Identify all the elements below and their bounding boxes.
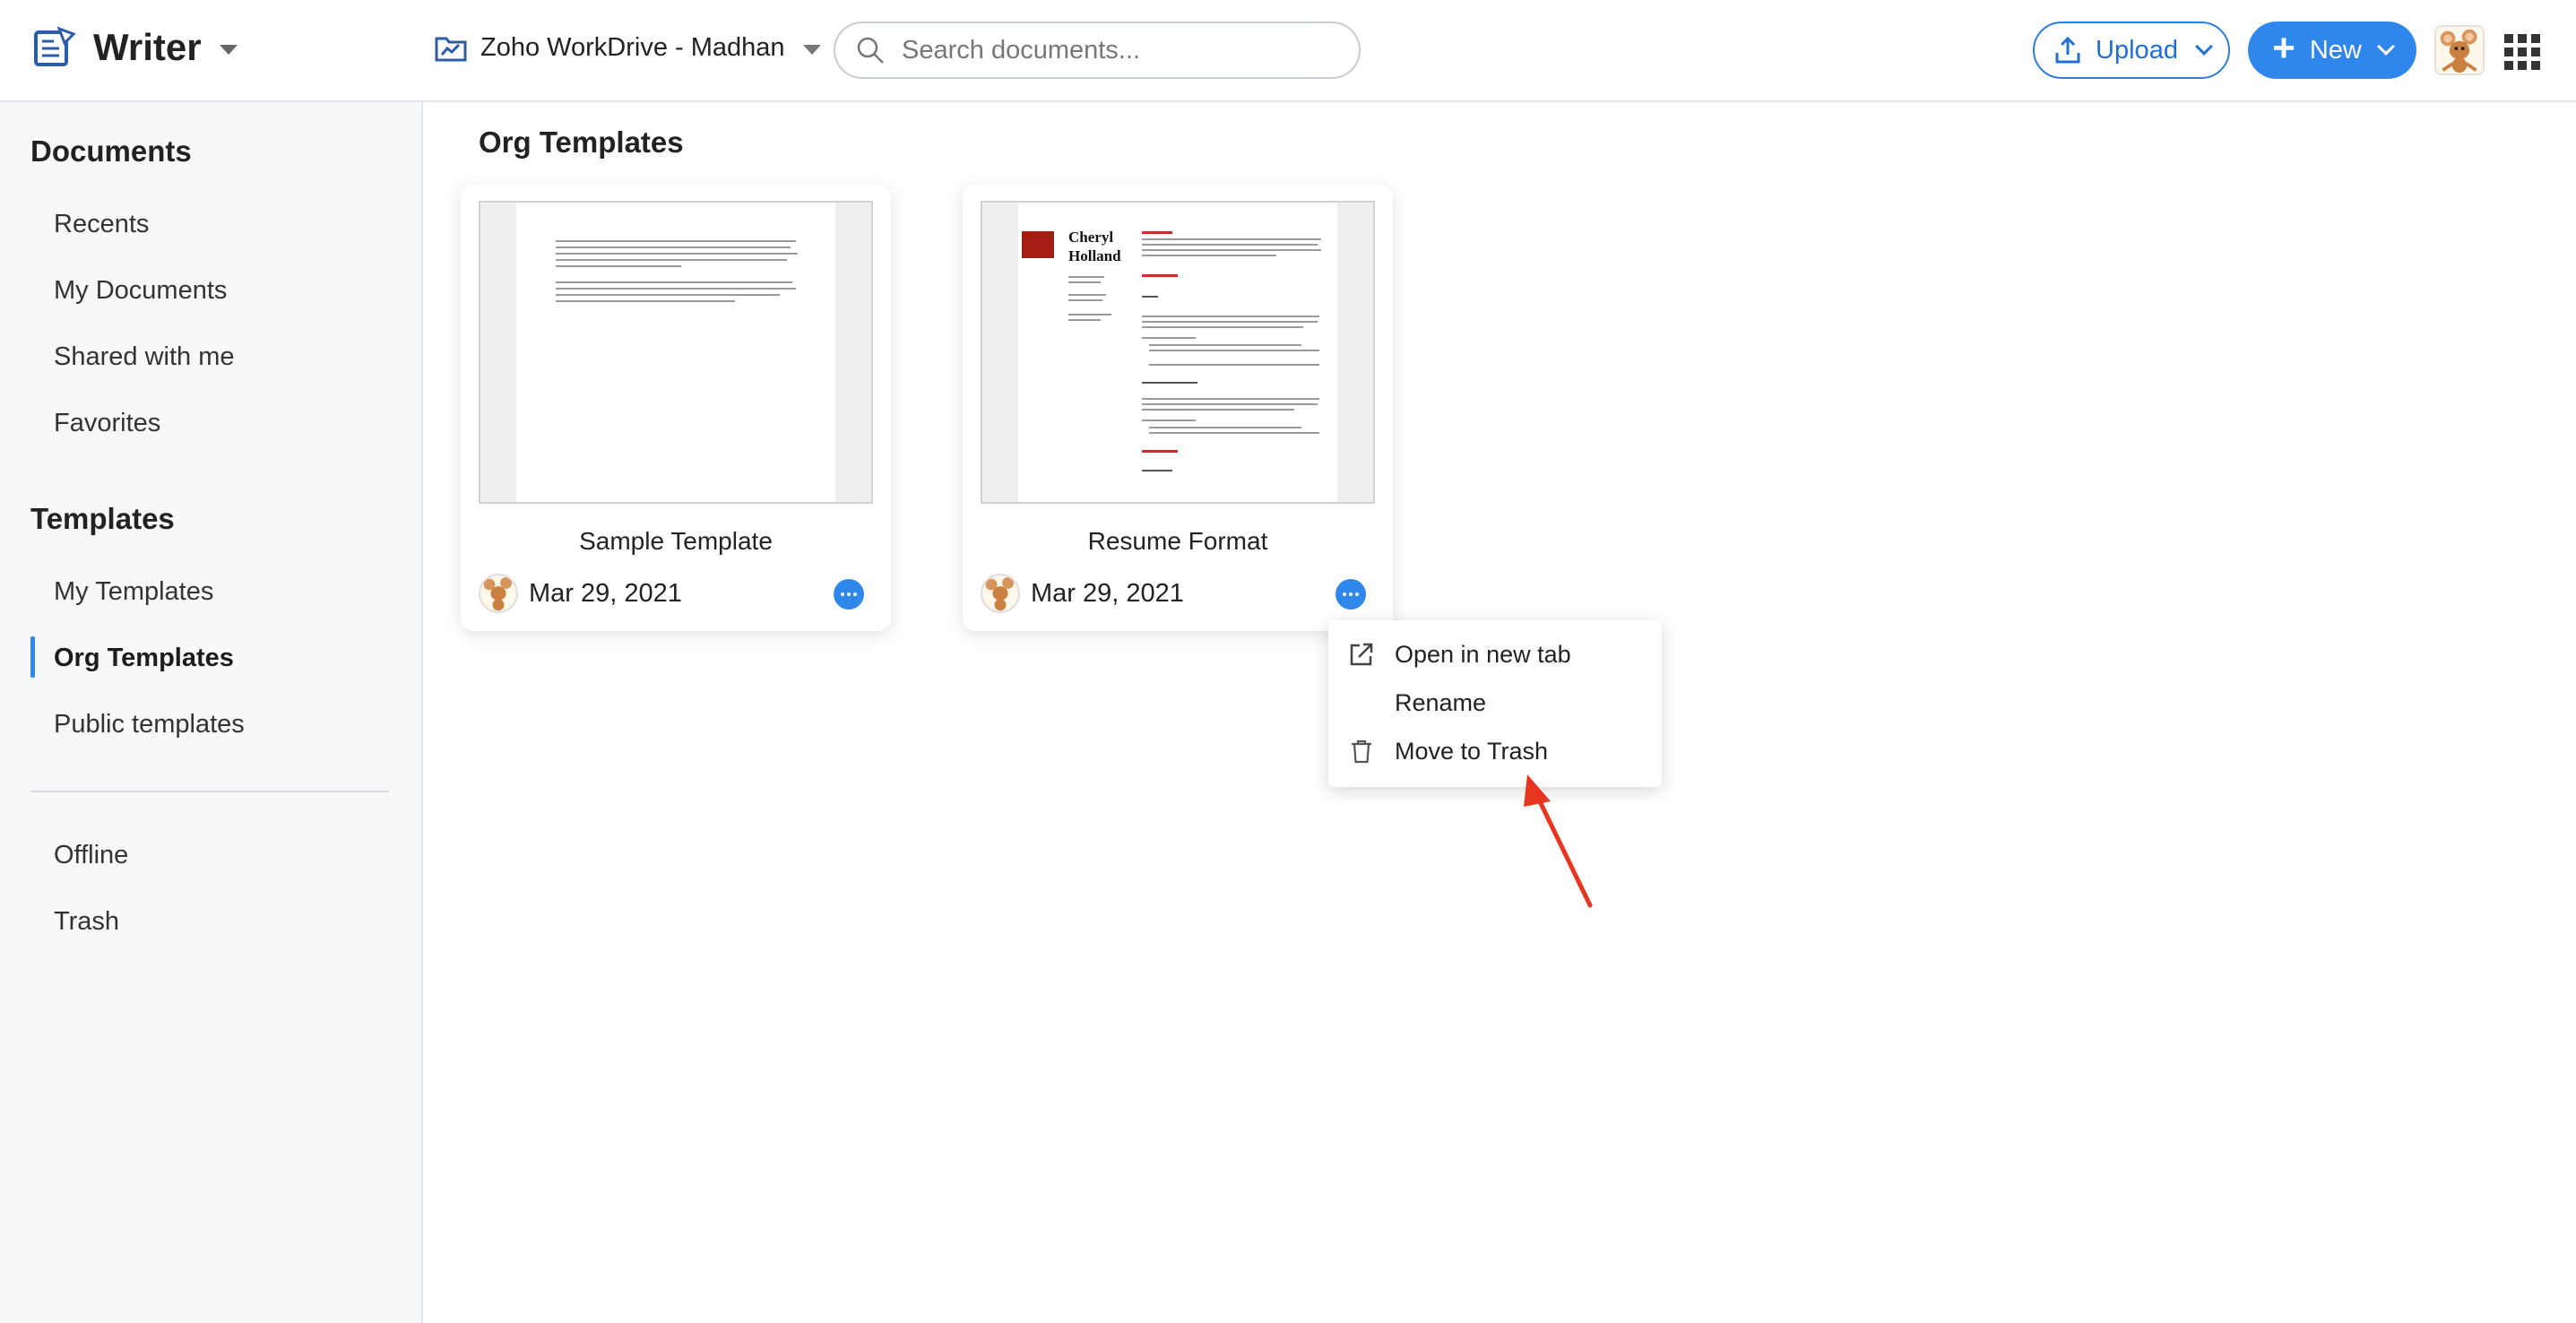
menu-item-rename[interactable]: Rename: [1328, 679, 1662, 727]
new-button[interactable]: + New: [2248, 22, 2416, 79]
template-card-sample[interactable]: Sample Template Mar 29, 2021: [461, 185, 891, 631]
resume-accent-block: [1022, 231, 1054, 258]
card-date: Mar 29, 2021: [1031, 578, 1184, 608]
upload-chevron-down-icon: [2195, 38, 2213, 56]
sidebar-item-shared-with-me[interactable]: Shared with me: [54, 342, 235, 372]
app-name: Writer: [93, 26, 202, 68]
thumbnail-page: [516, 203, 835, 502]
card-meta: Mar 29, 2021: [981, 574, 1184, 613]
menu-item-open-in-new-tab[interactable]: Open in new tab: [1328, 630, 1662, 679]
upload-icon: [2055, 36, 2080, 64]
workdrive-icon: [435, 37, 467, 62]
top-header: Writer Zoho WorkDrive - Madhan Upload + …: [0, 0, 2576, 102]
sidebar-item-org-templates[interactable]: Org Templates: [54, 644, 234, 673]
workspace-caret-icon: [802, 44, 821, 55]
sidebar-divider: [30, 791, 389, 792]
card-date: Mar 29, 2021: [529, 578, 682, 608]
owner-avatar: [981, 574, 1020, 613]
workspace-name: Zoho WorkDrive - Madhan: [480, 32, 785, 62]
upload-button[interactable]: Upload: [2033, 22, 2230, 79]
template-card-resume[interactable]: Cheryl Holland Resume Format Mar 29, 202…: [963, 185, 1393, 631]
search-box[interactable]: [834, 22, 1361, 79]
template-thumbnail[interactable]: [479, 201, 873, 504]
workspace-selector[interactable]: Zoho WorkDrive - Madhan: [434, 30, 821, 65]
sidebar: Documents Recents My Documents Shared wi…: [0, 102, 423, 1323]
card-meta: Mar 29, 2021: [479, 574, 682, 613]
user-avatar-image: [2440, 29, 2477, 74]
sidebar-item-public-templates[interactable]: Public templates: [54, 710, 245, 739]
resume-name-last: Holland: [1068, 247, 1121, 264]
new-chevron-down-icon: [2376, 38, 2395, 56]
thumbnail-page: Cheryl Holland: [1018, 203, 1337, 502]
more-options-icon[interactable]: [834, 579, 864, 610]
context-menu: Open in new tab Rename Move to Trash: [1328, 620, 1662, 787]
trash-icon: [1352, 739, 1371, 764]
menu-item-move-to-trash[interactable]: Move to Trash: [1328, 727, 1662, 775]
sidebar-item-my-documents[interactable]: My Documents: [54, 276, 227, 306]
search-icon: [857, 37, 884, 64]
sidebar-item-trash[interactable]: Trash: [54, 907, 119, 937]
apps-grid-icon[interactable]: [2504, 34, 2540, 70]
user-avatar[interactable]: [2434, 25, 2485, 75]
sidebar-item-my-templates[interactable]: My Templates: [54, 577, 213, 607]
new-label: New: [2309, 35, 2362, 65]
search-input[interactable]: [902, 35, 1332, 65]
sidebar-item-offline[interactable]: Offline: [54, 841, 128, 870]
card-title[interactable]: Resume Format: [963, 527, 1393, 556]
resume-name-first: Cheryl: [1068, 229, 1114, 246]
upload-label: Upload: [2096, 35, 2178, 65]
app-switcher-caret-icon[interactable]: [219, 44, 238, 55]
writer-logo[interactable]: Writer: [32, 25, 238, 70]
more-options-icon[interactable]: [1336, 579, 1366, 610]
sidebar-item-favorites[interactable]: Favorites: [54, 409, 160, 438]
menu-item-label: Open in new tab: [1395, 640, 1571, 668]
owner-avatar: [479, 574, 518, 613]
writer-app-icon: [34, 26, 76, 66]
plus-icon: +: [2272, 26, 2295, 70]
external-link-icon: [1350, 643, 1373, 666]
page-title: Org Templates: [479, 125, 684, 159]
templates-section-title: Templates: [30, 502, 175, 535]
template-thumbnail[interactable]: Cheryl Holland: [981, 201, 1375, 504]
menu-item-label: Rename: [1395, 688, 1487, 716]
active-indicator: [30, 636, 35, 678]
card-title[interactable]: Sample Template: [461, 527, 891, 556]
sidebar-item-recents[interactable]: Recents: [54, 210, 149, 239]
menu-item-label: Move to Trash: [1395, 737, 1549, 765]
documents-section-title: Documents: [30, 134, 192, 168]
